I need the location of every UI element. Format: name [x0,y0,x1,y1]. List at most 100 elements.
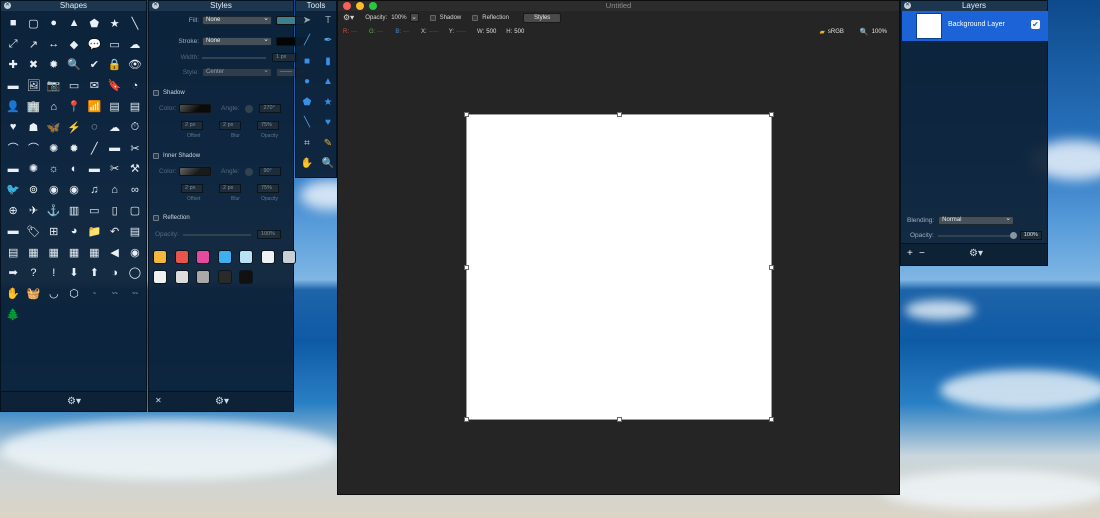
shape-item[interactable]: 📷 [44,75,64,96]
tool-button[interactable]: ✋ [300,157,314,171]
shape-item[interactable]: ▤ [125,96,145,117]
shape-item[interactable]: ⬆ [84,263,104,284]
layer-opacity-field[interactable]: 100% [1019,231,1042,240]
tool-button[interactable]: ▮ [321,54,335,68]
shape-item[interactable]: ▬ [3,75,23,96]
shape-item[interactable]: ◑ [104,263,124,284]
shape-item[interactable]: ✔ [84,55,104,76]
shape-item[interactable]: ◯ [125,263,145,284]
resize-handle-top[interactable] [617,112,622,117]
shape-item[interactable]: ◆ [64,34,84,55]
shape-item[interactable]: ▤ [3,242,23,263]
style-preset-swatch[interactable] [174,250,189,264]
shape-item[interactable]: ✹ [44,55,64,76]
shape-item[interactable]: ~ [84,283,104,304]
reflection-opacity-slider[interactable] [183,233,251,236]
shadow-color-swatch[interactable] [179,104,211,113]
close-style-icon[interactable]: ✕ [155,396,162,405]
resize-handle-right[interactable] [769,265,774,270]
shape-item[interactable]: 👤 [3,96,23,117]
shape-item[interactable]: ▬ [3,159,23,180]
tool-button[interactable]: ✎ [321,136,335,150]
layer-name[interactable]: Background Layer [948,21,1005,28]
shape-item[interactable]: ∞ [125,179,145,200]
shadow-offset-field[interactable]: 2 px [181,121,203,130]
shadow-checkbox[interactable] [153,90,159,96]
inner-shadow-opacity-field[interactable]: 75% [257,184,279,193]
shape-item[interactable]: ● [44,13,64,34]
shape-item[interactable]: 🔒 [104,55,124,76]
shape-item[interactable]: ▭ [104,34,124,55]
blending-dropdown[interactable]: Normal [938,215,1015,225]
shape-item[interactable]: ⊚ [23,179,43,200]
shape-item[interactable]: ⬇ [64,263,84,284]
inner-shadow-angle-field[interactable]: 90° [259,167,282,176]
shape-item[interactable]: ▥ [64,200,84,221]
shape-item[interactable]: ☁ [104,117,124,138]
shape-item[interactable]: ▭ [64,75,84,96]
resize-handle-bottom-right[interactable] [769,417,774,422]
style-preset-swatch[interactable] [217,250,232,264]
shape-item[interactable]: ✺ [23,159,43,180]
width-slider[interactable] [202,56,266,59]
opacity-value[interactable]: 100% [391,15,406,21]
shape-item[interactable]: 📁 [84,221,104,242]
shape-item[interactable]: ✺ [44,138,64,159]
shape-item[interactable]: ✋ [3,283,23,304]
style-preset-swatch[interactable] [239,250,253,264]
shape-item[interactable]: ⚡ [64,117,84,138]
style-preset-swatch[interactable] [196,250,210,264]
style-preset-swatch[interactable] [174,270,189,284]
style-preset-swatch[interactable] [260,250,275,264]
shape-item[interactable]: ◐ [64,159,84,180]
resize-handle-bottom[interactable] [617,417,622,422]
shape-item[interactable]: 👁 [125,55,145,76]
shape-item[interactable]: ? [23,263,43,284]
tool-button[interactable]: ▲ [321,75,335,89]
shape-item[interactable]: ↶ [104,221,124,242]
add-layer-button[interactable]: + [907,248,913,259]
shape-item[interactable]: ! [44,263,64,284]
shape-item[interactable]: ▤ [104,96,124,117]
shape-item[interactable]: ▭ [84,200,104,221]
inner-shadow-offset-field[interactable]: 2 px [181,184,203,193]
shape-item[interactable]: ⌂ [104,179,124,200]
shadow-angle-dial[interactable] [245,104,254,113]
shape-item[interactable]: ◡ [44,283,64,304]
shape-item[interactable]: ✉ [84,75,104,96]
shape-item[interactable]: ◀ [104,242,124,263]
shadow-blur-field[interactable]: 2 px [219,121,241,130]
tool-button[interactable]: 🔍 [321,157,335,171]
shape-item[interactable]: ◔ [125,75,145,96]
shape-item[interactable]: ▦ [84,242,104,263]
style-preset-swatch[interactable] [217,270,232,284]
close-icon[interactable]: ✕ [904,2,911,9]
shape-item[interactable]: ■ [3,13,23,34]
shape-item[interactable]: ✚ [3,55,23,76]
resize-handle-left[interactable] [464,265,469,270]
shape-item[interactable]: ⤢ [3,34,23,55]
shape-item[interactable]: ~~ [104,283,124,304]
layer-visibility-checkbox[interactable]: ✔ [1031,20,1040,29]
shape-item[interactable]: 📶 [84,96,104,117]
shadow-opacity-field[interactable]: 75% [257,121,279,130]
shadow-toggle-checkbox[interactable] [429,14,436,21]
shape-item[interactable]: ◉ [64,179,84,200]
shape-item[interactable]: 🔍 [64,55,84,76]
shape-item[interactable]: 🧺 [23,283,43,304]
shape-item[interactable]: ◕ [64,221,84,242]
shape-item[interactable]: ⚓ [44,200,64,221]
layer-row[interactable]: Background Layer ✔ [902,11,1048,41]
shape-item[interactable]: ▬ [3,221,23,242]
tool-button[interactable]: ✒ [321,34,335,48]
style-preset-swatch[interactable] [282,250,296,264]
reflection-opacity-field[interactable]: 100% [257,230,281,239]
layer-opacity-slider[interactable] [937,231,1017,239]
close-icon[interactable]: ✕ [152,2,159,9]
inner-shadow-color-swatch[interactable] [179,167,211,176]
reflection-toggle-checkbox[interactable] [472,14,479,21]
shadow-angle-field[interactable]: 270° [259,104,282,113]
shape-item[interactable]: ★ [104,13,124,34]
resize-handle-bottom-left[interactable] [464,417,469,422]
shape-item[interactable]: 🌲 [3,304,23,325]
